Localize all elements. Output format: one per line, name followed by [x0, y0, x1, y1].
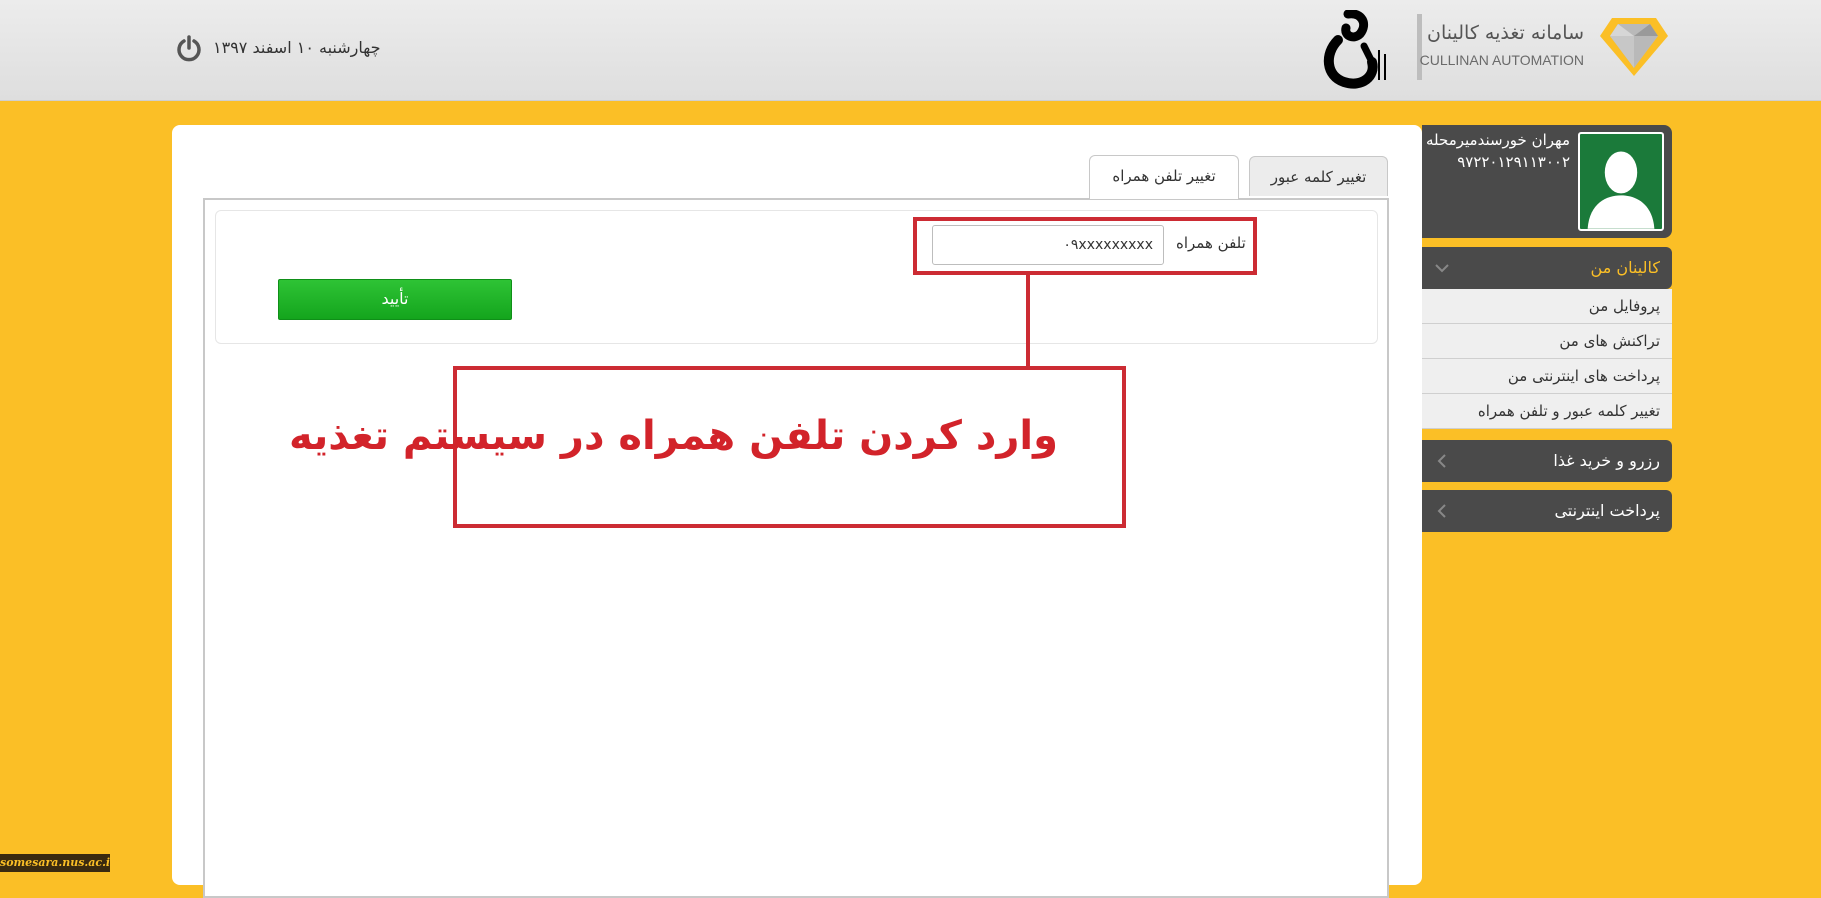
menu-my-cullinan[interactable]: کالینان من	[1422, 247, 1672, 289]
menu-label: پرداخت اینترنتی	[1554, 501, 1660, 520]
power-logout-icon[interactable]	[175, 35, 203, 63]
diamond-logo-icon	[1600, 18, 1668, 76]
submenu-change-password-phone[interactable]: تغییر کلمه عبور و تلفن همراه	[1422, 394, 1672, 429]
annotation-highlight-box	[913, 217, 1257, 275]
menu-label: کالینان من	[1590, 258, 1660, 277]
user-profile-card: مهران خورسندمیرمحله ۹۷۲۲۰۱۲۹۱۱۳۰۰۲	[1422, 125, 1672, 238]
menu-food-reservation[interactable]: رزرو و خرید غذا	[1422, 440, 1672, 482]
site-watermark: somesara.nus.ac.ir	[0, 854, 116, 872]
user-id: ۹۷۲۲۰۱۲۹۱۱۳۰۰۲	[1457, 153, 1570, 171]
brand-logo: سامانه تغذیه کالینان CULLINAN AUTOMATION	[1417, 12, 1670, 82]
menu-online-payment[interactable]: پرداخت اینترنتی	[1422, 490, 1672, 532]
brand-divider	[1417, 14, 1422, 80]
chevron-left-icon	[1437, 504, 1446, 518]
menu-label: رزرو و خرید غذا	[1553, 451, 1660, 470]
user-avatar-icon	[1587, 151, 1655, 229]
tab-change-phone[interactable]: تغییر تلفن همراه	[1089, 155, 1239, 199]
chevron-left-icon	[1437, 454, 1446, 468]
tab-change-password[interactable]: تغییر کلمه عبور	[1249, 156, 1388, 196]
submenu-my-online-payments[interactable]: پرداخت های اینترنتی من	[1422, 359, 1672, 394]
brand-subtitle: CULLINAN AUTOMATION	[1419, 52, 1584, 68]
user-name: مهران خورسندمیرمحله	[1426, 131, 1570, 149]
chevron-down-icon	[1435, 264, 1449, 273]
university-logo-icon	[1324, 10, 1386, 89]
submenu-my-transactions[interactable]: تراکنش های من	[1422, 324, 1672, 359]
confirm-button[interactable]: تأیید	[278, 279, 512, 320]
brand-title: سامانه تغذیه کالینان	[1427, 22, 1584, 44]
top-header: سامانه تغذیه کالینان CULLINAN AUTOMATION…	[0, 0, 1821, 101]
current-date: چهارشنبه ۱۰ اسفند ۱۳۹۷	[213, 38, 381, 57]
submenu-my-profile[interactable]: پروفایل من	[1422, 289, 1672, 324]
annotation-text: وارد کردن تلفن همراه در سیستم تغذیه	[289, 413, 1058, 459]
avatar	[1578, 132, 1664, 231]
annotation-connector	[1026, 272, 1030, 370]
